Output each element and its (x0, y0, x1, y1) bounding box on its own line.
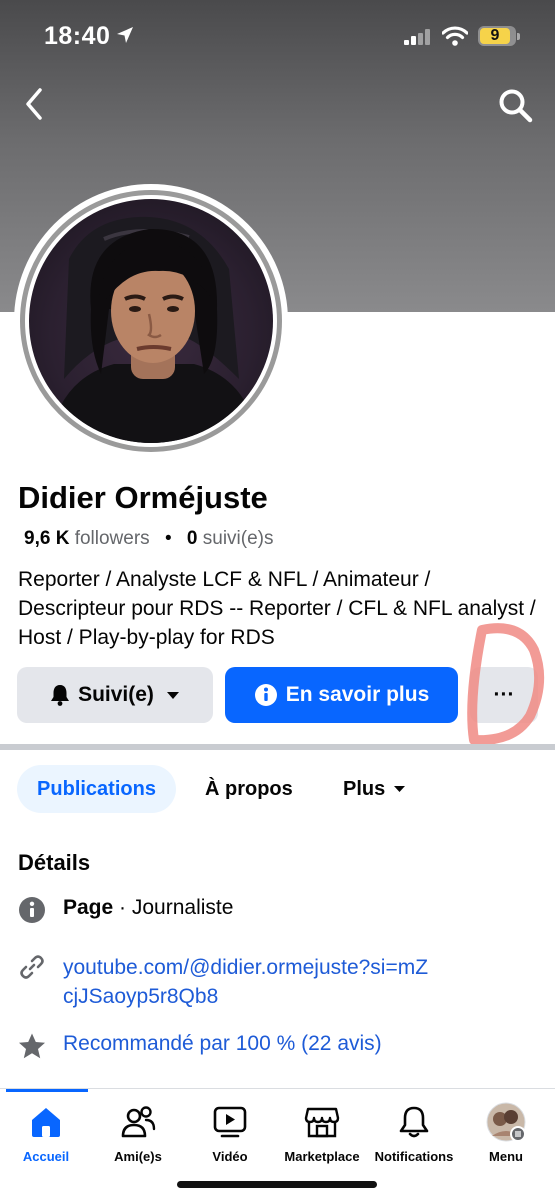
profile-stats: 9,6 K followers • 0 suivi(e)s (24, 528, 274, 550)
follow-button[interactable]: Suivi(e) (17, 667, 213, 723)
details-heading: Détails (18, 850, 91, 875)
active-tab-indicator (6, 1089, 88, 1092)
nav-video[interactable]: Vidéo (184, 1103, 276, 1164)
battery-icon: 9 (478, 26, 520, 46)
nav-notifications-label: Notifications (374, 1149, 454, 1164)
chevron-down-icon (393, 785, 406, 793)
nav-video-label: Vidéo (212, 1149, 248, 1164)
chevron-down-icon (166, 691, 180, 700)
nav-home-label: Accueil (22, 1149, 70, 1164)
page-label: Page (63, 896, 114, 919)
nav-notifications[interactable]: Notifications (368, 1103, 460, 1164)
star-icon (18, 1032, 48, 1062)
signal-icon (404, 29, 434, 50)
home-icon (0, 1103, 92, 1141)
follow-button-label: Suivi(e) (78, 683, 154, 706)
learn-more-label: En savoir plus (285, 683, 430, 706)
status-time: 18:40 (44, 22, 111, 50)
back-arrow-icon[interactable] (20, 86, 52, 122)
website-link-row[interactable]: youtube.com/@didier.ormejuste?si=mZcjJSa… (18, 953, 433, 1011)
status-bar: 18:40 9 (0, 0, 555, 72)
profile-name: Didier Orméjuste (18, 480, 268, 515)
learn-more-button[interactable]: En savoir plus (225, 667, 458, 723)
section-divider (0, 744, 555, 750)
profile-picture[interactable] (29, 199, 273, 443)
video-icon (184, 1103, 276, 1141)
nav-menu[interactable]: Menu (460, 1102, 552, 1164)
avatar-icon (460, 1102, 552, 1142)
nav-friends-label: Ami(e)s (114, 1149, 162, 1164)
website-link[interactable]: youtube.com/@didier.ormejuste?si=mZcjJSa… (63, 953, 433, 1011)
nav-home[interactable]: Accueil (0, 1103, 92, 1164)
search-icon[interactable] (496, 86, 536, 126)
info-icon (254, 683, 278, 707)
followers-count[interactable]: 9,6 K (24, 528, 69, 549)
nav-marketplace[interactable]: Marketplace (276, 1103, 368, 1164)
bell-icon (50, 684, 70, 706)
battery-level: 9 (490, 27, 500, 44)
page-category: · Journaliste (113, 896, 234, 919)
friends-icon (92, 1103, 184, 1141)
info-icon (18, 896, 48, 926)
tab-about[interactable]: À propos (205, 765, 293, 813)
profile-bio: Reporter / Analyste LCF & NFL / Animateu… (18, 568, 536, 649)
bell-icon (368, 1103, 460, 1141)
more-options-label: ··· (493, 683, 515, 706)
link-icon (18, 953, 48, 983)
recommendation-text[interactable]: Recommandé par 100 % (22 avis) (63, 1032, 382, 1056)
nav-marketplace-label: Marketplace (284, 1149, 360, 1164)
following-label[interactable]: suivi(e)s (203, 528, 274, 549)
followers-label[interactable]: followers (75, 528, 150, 549)
tab-more[interactable]: Plus (343, 765, 406, 813)
following-count[interactable]: 0 (187, 528, 198, 549)
tab-more-label: Plus (343, 777, 386, 800)
stats-separator: • (164, 528, 172, 549)
more-options-button[interactable]: ··· (470, 667, 538, 723)
nav-friends[interactable]: Ami(e)s (92, 1103, 184, 1164)
home-indicator (177, 1181, 377, 1188)
wifi-icon (441, 25, 469, 52)
page-category-row: Page · Journaliste (18, 896, 233, 926)
tab-publications[interactable]: Publications (17, 765, 176, 813)
location-arrow-icon (116, 26, 134, 49)
nav-menu-label: Menu (489, 1149, 523, 1164)
marketplace-icon (276, 1103, 368, 1141)
recommendation-row[interactable]: Recommandé par 100 % (22 avis) (18, 1032, 382, 1062)
